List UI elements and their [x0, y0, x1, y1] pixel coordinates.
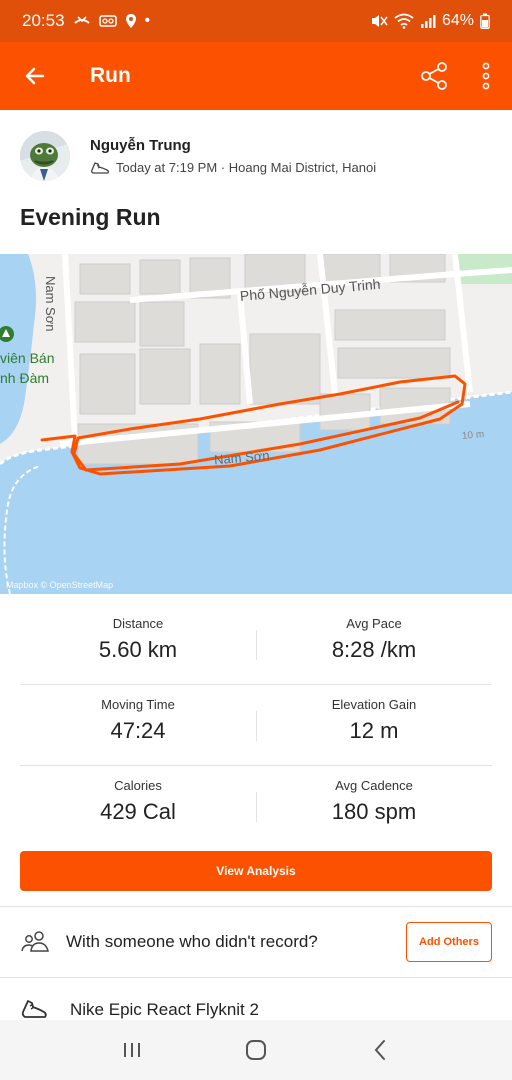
- location-icon: [125, 14, 136, 28]
- chevron-left-icon: [374, 1040, 385, 1060]
- stat-label: Elevation Gain: [331, 697, 417, 712]
- recent-apps-icon: [124, 1043, 140, 1057]
- map-label-place-line2: nh Đàm: [0, 370, 50, 386]
- page-title: Run: [90, 64, 131, 87]
- stat-avg-cadence: Avg Cadence 180 spm: [256, 766, 492, 847]
- mute-icon: [371, 15, 388, 27]
- home-button[interactable]: [226, 1020, 286, 1080]
- athlete-info: Nguyễn Trung Today at 7:19 PM · Hoang Ma…: [90, 137, 376, 176]
- voicemail-icon: [98, 15, 117, 27]
- status-system-icons: 64%: [370, 12, 490, 30]
- stat-value: 5.60 km: [98, 637, 178, 662]
- map-label-place-line1: viên Bán: [0, 350, 55, 366]
- stats-row: Calories 429 Cal Avg Cadence 180 spm: [20, 766, 492, 847]
- stat-label: Avg Pace: [346, 616, 402, 631]
- more-vertical-icon: [482, 62, 490, 90]
- wifi-icon: [394, 13, 414, 29]
- stat-elevation-gain: Elevation Gain 12 m: [256, 685, 492, 765]
- view-analysis-button[interactable]: View Analysis: [20, 851, 492, 891]
- dot-icon: •: [144, 12, 151, 29]
- status-bar: 20:53 • 64%: [0, 0, 512, 42]
- add-others-button[interactable]: Add Others: [406, 922, 492, 962]
- signal-icon: [420, 15, 436, 28]
- athlete-name[interactable]: Nguyễn Trung: [90, 137, 376, 154]
- stat-divider: [256, 711, 257, 741]
- gear-name: Nike Epic React Flyknit 2: [70, 1000, 259, 1019]
- stat-divider: [256, 630, 257, 660]
- stats-row: Moving Time 47:24 Elevation Gain 12 m: [20, 685, 492, 766]
- shoe-icon: [91, 161, 109, 174]
- map-canvas: [0, 254, 512, 594]
- stat-value: 8:28 /km: [331, 637, 417, 662]
- home-icon: [246, 1040, 266, 1060]
- sneaker-icon: [21, 1000, 47, 1018]
- stat-value: 47:24: [110, 718, 166, 743]
- stats-grid: Distance 5.60 km Avg Pace 8:28 /km Movin…: [20, 604, 492, 847]
- stat-label: Distance: [112, 616, 164, 631]
- activity-title: Evening Run: [20, 204, 161, 230]
- arrow-left-icon: [25, 67, 45, 85]
- recent-apps-button[interactable]: [102, 1020, 162, 1080]
- stat-calories: Calories 429 Cal: [20, 766, 256, 847]
- app-bar: Run: [0, 42, 512, 110]
- share-button[interactable]: [408, 42, 460, 110]
- stat-avg-pace: Avg Pace 8:28 /km: [256, 604, 492, 684]
- map-scale-label: 10 m: [461, 429, 485, 442]
- route-map[interactable]: Phố Nguyễn Duy Trinh Nam Sơn Nam Sơn viê…: [0, 254, 512, 594]
- stat-divider: [256, 792, 257, 822]
- with-others-row: With someone who didn't record? Add Othe…: [0, 906, 512, 978]
- avatar[interactable]: [20, 131, 70, 181]
- back-nav-button[interactable]: [350, 1020, 410, 1080]
- stats-row: Distance 5.60 km Avg Pace 8:28 /km: [20, 604, 492, 685]
- battery-icon: [480, 13, 490, 29]
- stat-value: 429 Cal: [100, 799, 176, 824]
- stat-label: Avg Cadence: [335, 778, 413, 793]
- activity-time-location: Today at 7:19 PM · Hoang Mai District, H…: [116, 160, 377, 175]
- stat-distance: Distance 5.60 km: [20, 604, 256, 684]
- stat-label: Moving Time: [101, 697, 175, 712]
- missed-call-icon: [73, 16, 90, 24]
- people-icon: [21, 931, 49, 952]
- athlete-header[interactable]: Nguyễn Trung Today at 7:19 PM · Hoang Ma…: [20, 128, 490, 184]
- avatar-image: [20, 131, 70, 181]
- stat-value: 12 m: [349, 718, 399, 743]
- with-others-text: With someone who didn't record?: [66, 932, 318, 951]
- stat-moving-time: Moving Time 47:24: [20, 685, 256, 765]
- more-options-button[interactable]: [460, 42, 512, 110]
- stat-value: 180 spm: [331, 799, 417, 824]
- stat-label: Calories: [114, 778, 162, 793]
- back-button[interactable]: [0, 42, 70, 110]
- system-nav-bar: [0, 1020, 512, 1080]
- status-notification-icons: •: [73, 12, 151, 30]
- share-icon: [421, 62, 447, 90]
- activity-meta: Today at 7:19 PM · Hoang Mai District, H…: [90, 160, 376, 176]
- battery-percentage: 64%: [441, 12, 474, 29]
- app-bar-actions: [408, 42, 512, 110]
- map-label-street-left: Nam Sơn: [43, 276, 58, 332]
- status-time: 20:53: [22, 11, 65, 30]
- map-attribution: Mapbox © OpenStreetMap: [6, 580, 114, 590]
